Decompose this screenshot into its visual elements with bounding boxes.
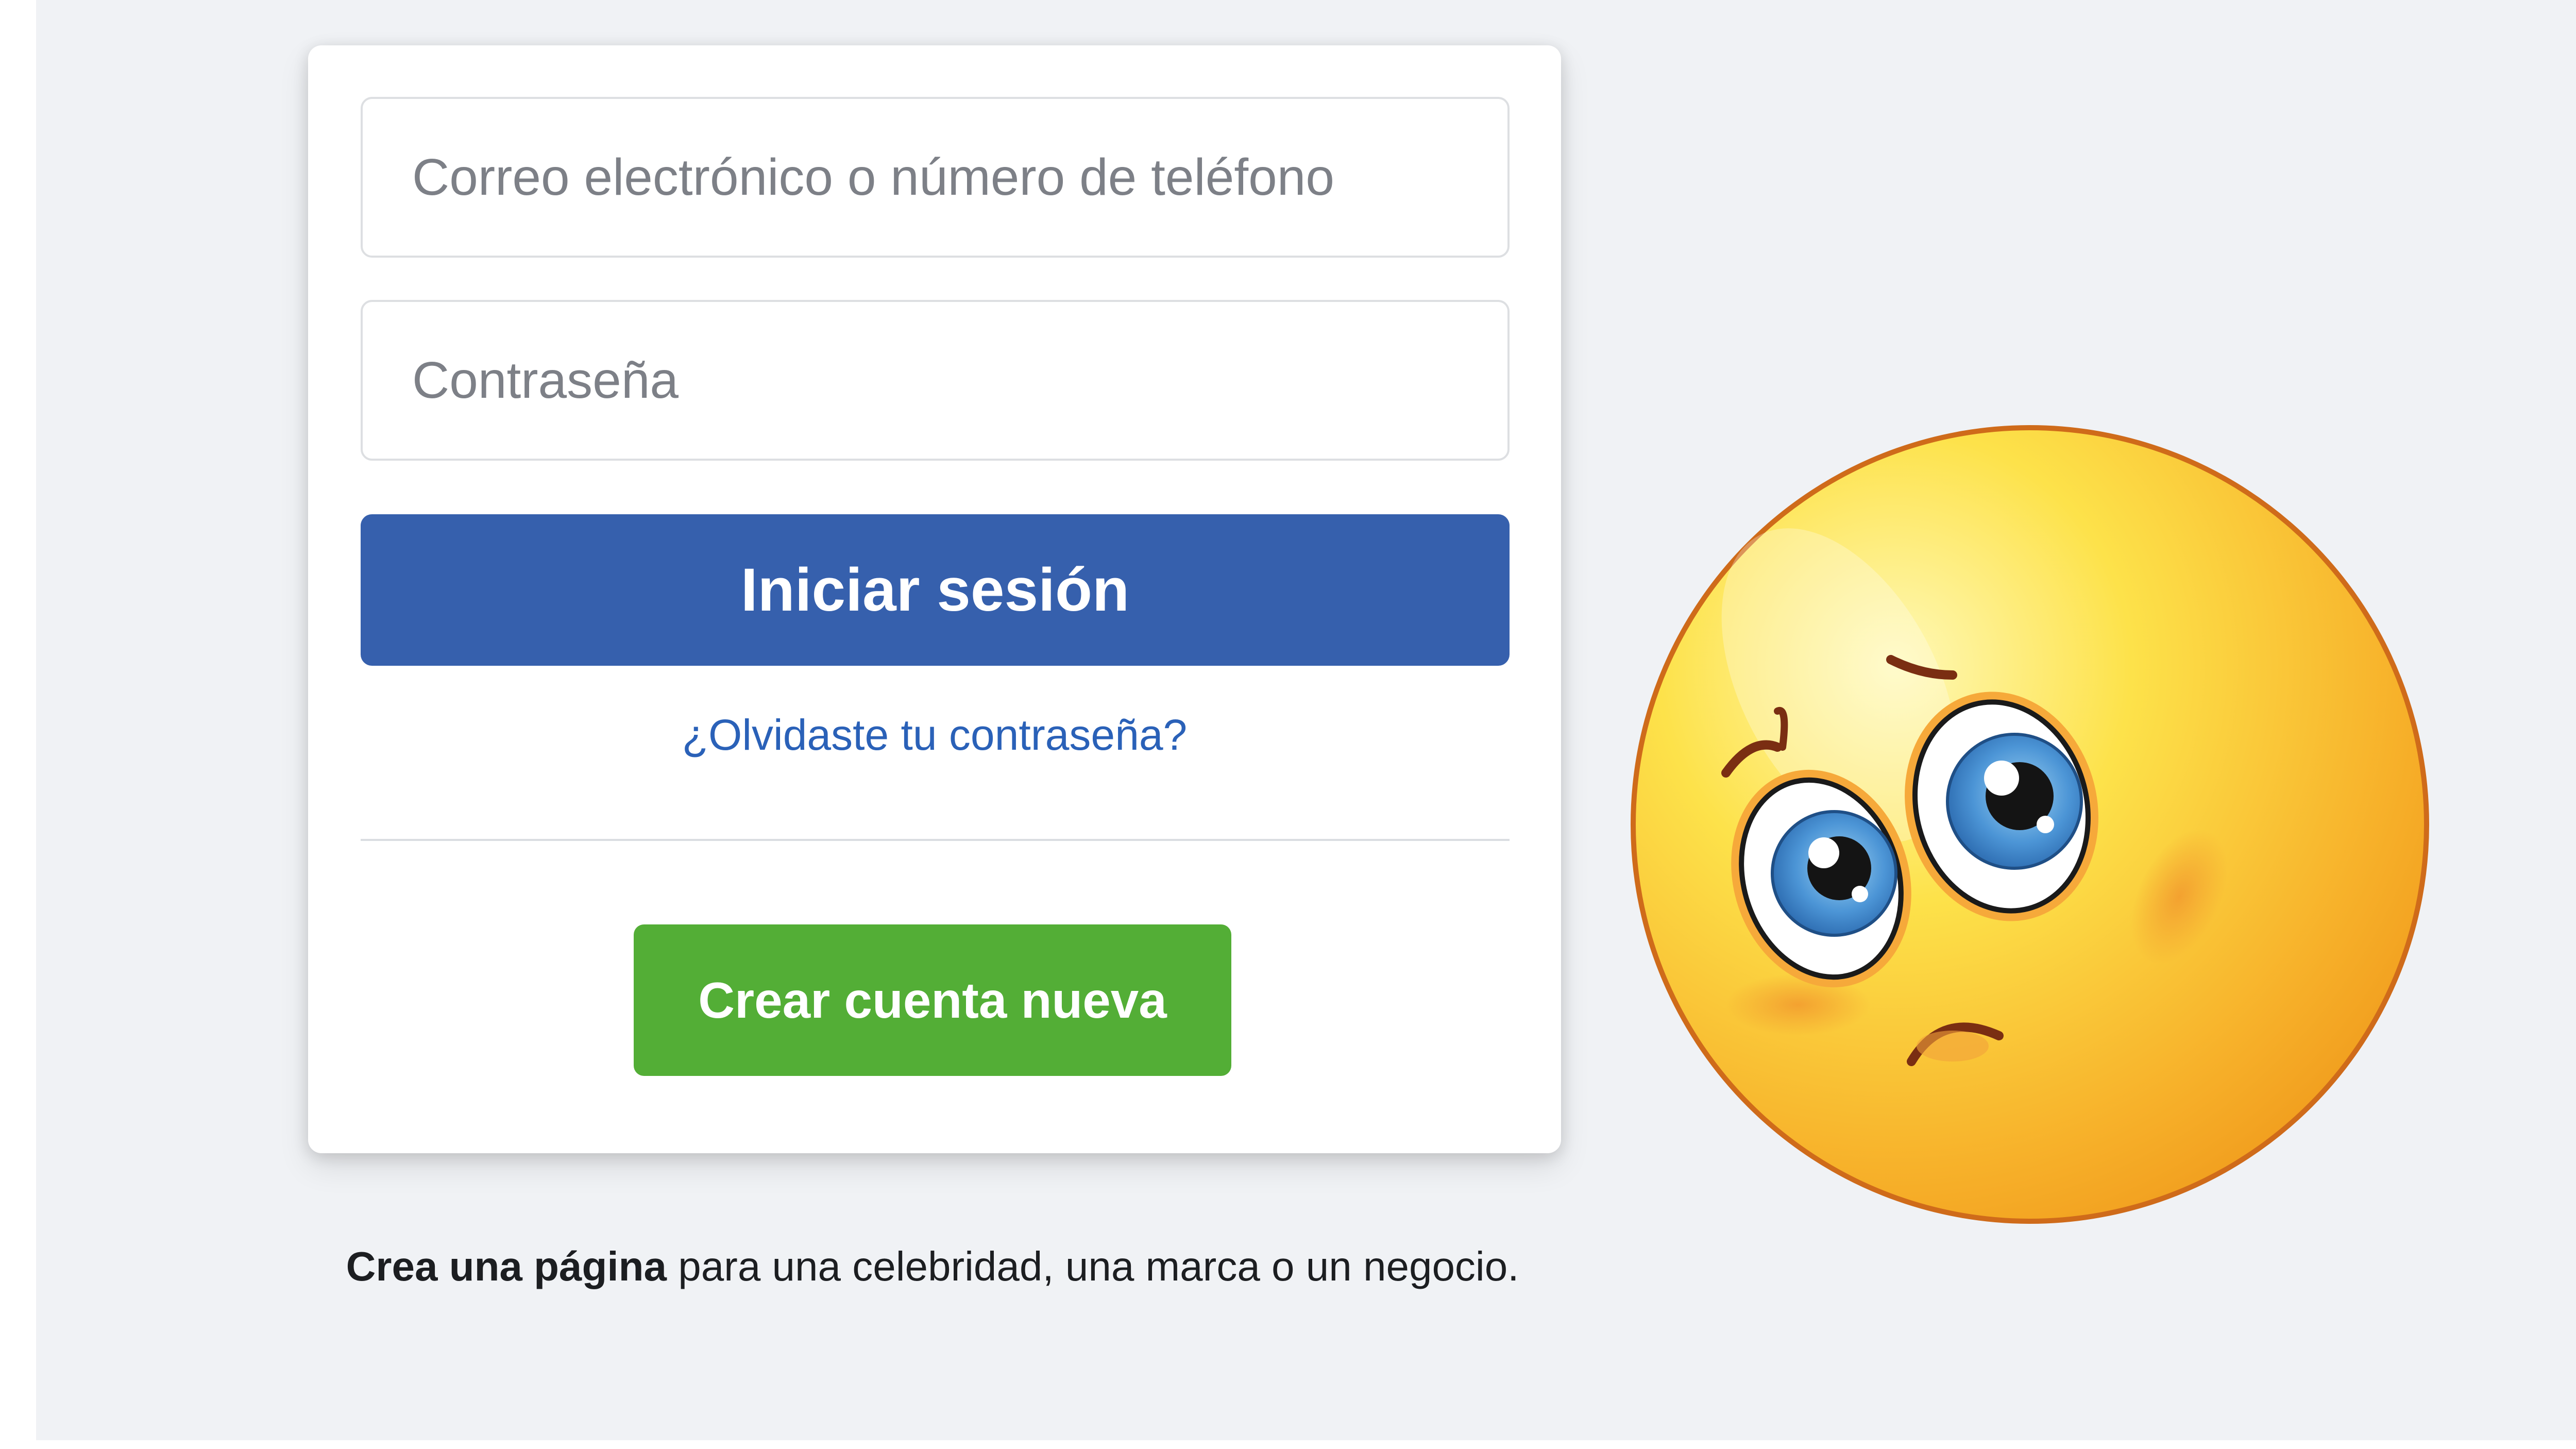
divider: [361, 839, 1510, 841]
create-page-link[interactable]: Crea una página: [346, 1243, 667, 1289]
login-button[interactable]: Iniciar sesión: [361, 514, 1510, 666]
email-or-phone-input[interactable]: [361, 97, 1510, 258]
create-account-button[interactable]: Crear cuenta nueva: [634, 924, 1231, 1076]
create-page-text: Crea una página para una celebridad, una…: [340, 1237, 1525, 1296]
login-card: Iniciar sesión ¿Olvidaste tu contraseña?…: [308, 45, 1561, 1153]
sad-face-icon: [1631, 425, 2429, 1224]
password-input[interactable]: [361, 300, 1510, 461]
create-page-description: para una celebridad, una marca o un nego…: [666, 1243, 1519, 1289]
forgot-password-link[interactable]: ¿Olvidaste tu contraseña?: [308, 710, 1561, 760]
